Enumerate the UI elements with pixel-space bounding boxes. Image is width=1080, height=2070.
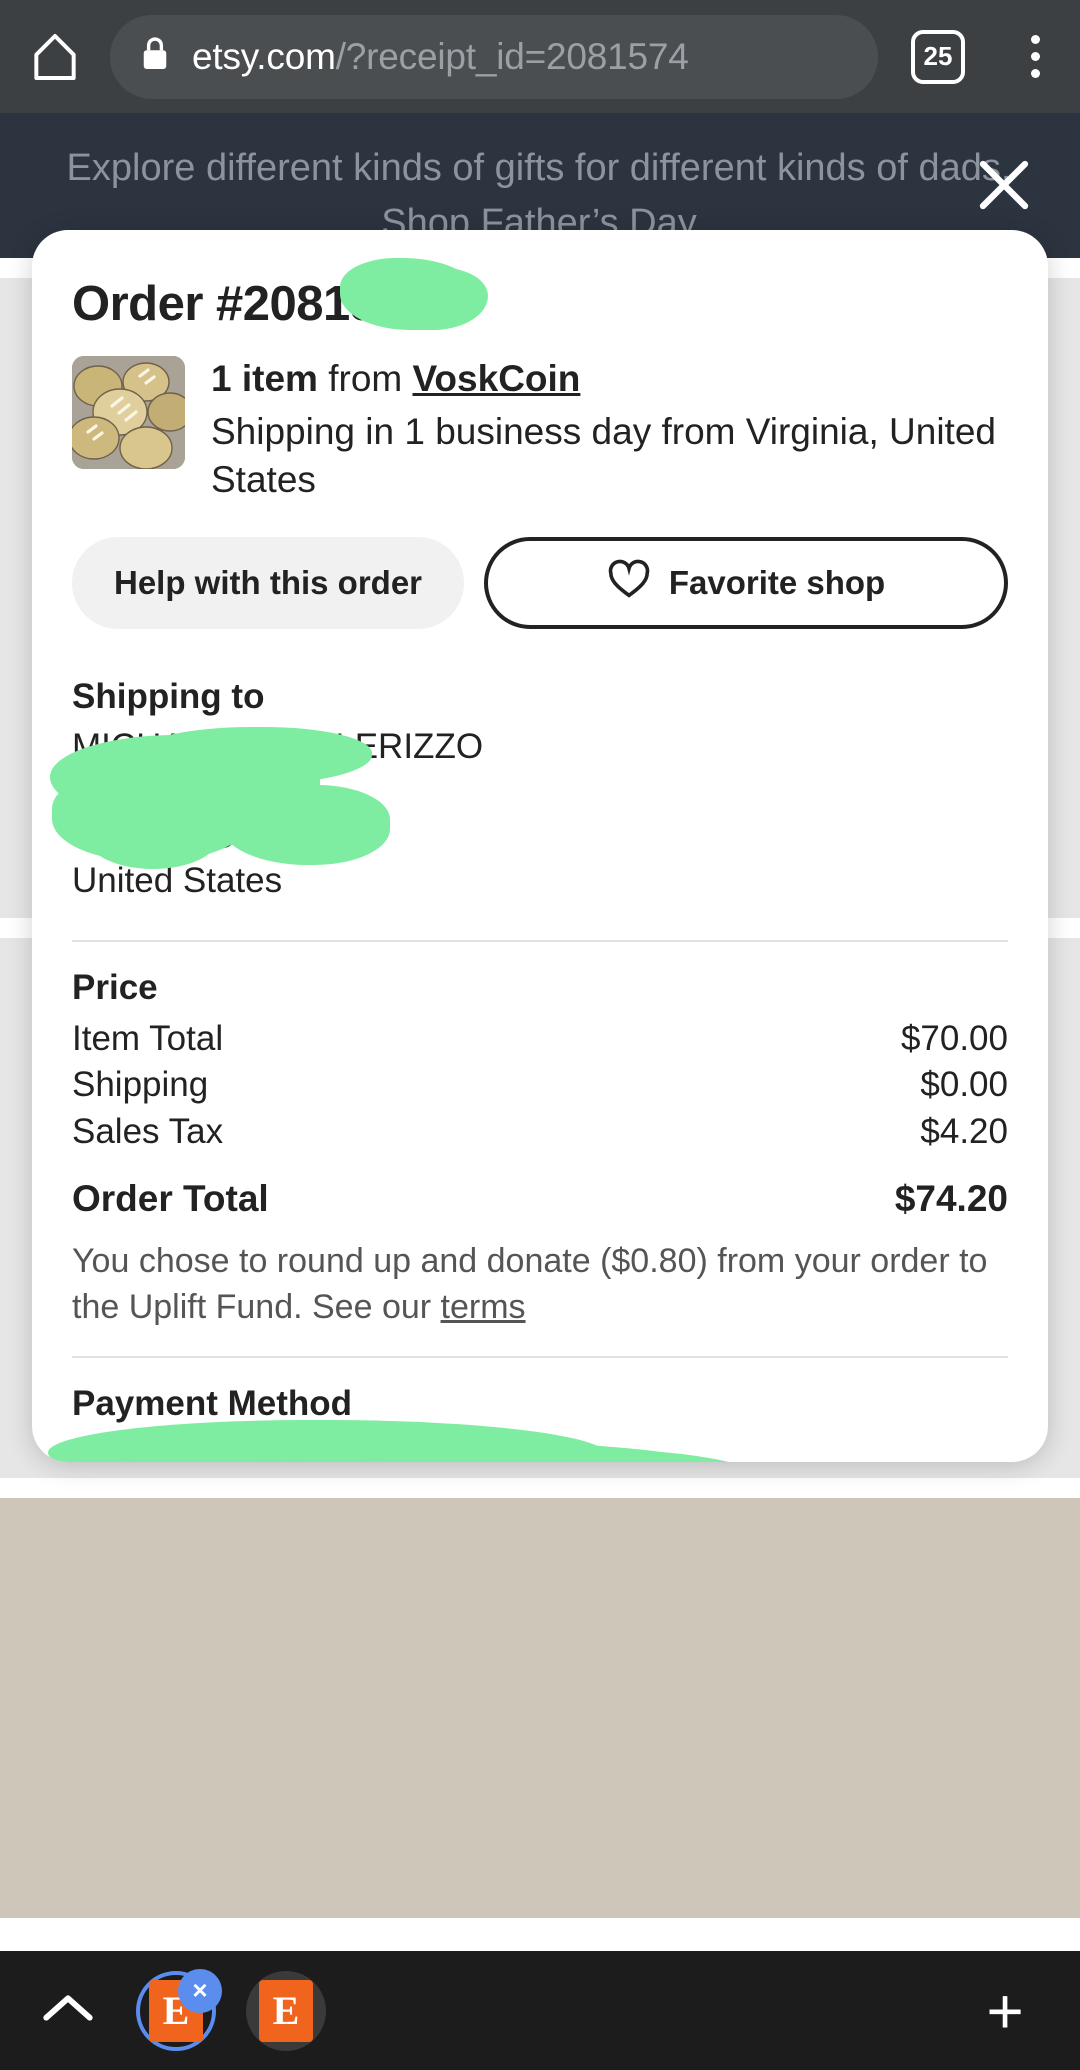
overflow-menu-icon-dot3: [1030, 69, 1040, 78]
shop-info: 1 item from VoskCoin Shipping in 1 busin…: [211, 356, 1008, 503]
expand-tabs-button[interactable]: [0, 1988, 136, 2033]
redaction-order-number-2: [388, 268, 488, 330]
bottom-tab-strip: E × E +: [0, 1951, 1080, 2070]
overflow-menu-button[interactable]: [990, 35, 1080, 78]
redaction-payment-4: [312, 1448, 762, 1462]
tab-count-badge: 25: [911, 29, 965, 84]
divider-price: [72, 940, 1008, 943]
donation-note: You chose to round up and donate ($0.80)…: [72, 1238, 1008, 1330]
payment-method-section: Payment Method: [48, 1384, 1008, 1462]
browser-toolbar: etsy.com/?receipt_id=2081574 25: [0, 0, 1080, 113]
close-tab-icon[interactable]: ×: [178, 1968, 222, 2013]
promo-close-button[interactable]: [968, 149, 1040, 221]
shipping-street-redacted: [72, 770, 1008, 815]
redaction-payment-2: [88, 1440, 728, 1462]
price-row: Sales Tax $4.20: [72, 1109, 1008, 1155]
price-row-value: $4.20: [920, 1111, 1008, 1151]
chevron-up-icon: [39, 1988, 97, 2033]
overflow-menu-icon: [1030, 35, 1040, 44]
plus-icon: +: [986, 1974, 1024, 2047]
home-button[interactable]: [0, 29, 110, 85]
order-total-row: Order Total $74.20: [72, 1175, 1008, 1224]
help-with-order-label: Help with this order: [114, 563, 423, 601]
shipping-note: Shipping in 1 business day from Virginia…: [211, 411, 996, 500]
shipping-state: MD: [181, 816, 237, 856]
page-title: Order #20815: [72, 258, 1008, 332]
price-heading: Price: [72, 968, 158, 1008]
favorite-shop-label: Favorite shop: [668, 563, 886, 601]
overflow-menu-icon-dot2: [1030, 52, 1040, 61]
order-title-text: Order #20815: [72, 277, 377, 331]
shipping-to-heading: Shipping to: [72, 676, 265, 716]
donation-note-text: You chose to round up and donate ($0.80)…: [72, 1241, 988, 1326]
tab-switcher-button[interactable]: 25: [886, 29, 990, 84]
shipping-city-state: MD: [72, 815, 1008, 860]
order-detail-modal: Order #20815 1 item from VoskCoin Shippi…: [32, 230, 1048, 1462]
url-domain: etsy.com: [192, 35, 336, 77]
price-row-label: Item Total: [72, 1019, 224, 1059]
shipping-country: United States: [72, 861, 283, 901]
order-total-label: Order Total: [72, 1177, 269, 1219]
price-row-label: Sales Tax: [72, 1111, 224, 1151]
shop-name-link[interactable]: VoskCoin: [413, 358, 581, 399]
url-text: etsy.com/?receipt_id=2081574: [192, 36, 689, 78]
shop-item-line: 1 item from VoskCoin: [211, 356, 1008, 402]
favorite-shop-button[interactable]: Favorite shop: [484, 536, 1008, 629]
shop-summary-row[interactable]: 1 item from VoskCoin Shipping in 1 busin…: [72, 356, 1008, 503]
tab-item-active[interactable]: E ×: [136, 1968, 222, 2051]
redaction-payment-3: [54, 1460, 754, 1462]
gold-coins-thumbnail[interactable]: [72, 356, 185, 469]
item-count: 1 item: [211, 358, 318, 399]
price-row: Item Total $70.00: [72, 1016, 1008, 1062]
price-row-label: Shipping: [72, 1065, 209, 1105]
bg-placeholder-3: [0, 1498, 1080, 1918]
terms-link[interactable]: terms: [441, 1288, 526, 1326]
order-actions: Help with this order Favorite shop: [72, 536, 1008, 629]
payment-method-heading: Payment Method: [72, 1384, 353, 1424]
new-tab-button[interactable]: +: [930, 1979, 1080, 2043]
price-row-value: $0.00: [920, 1065, 1008, 1105]
etsy-favicon-2: E: [259, 1979, 313, 2042]
home-icon: [27, 29, 83, 85]
divider-payment: [72, 1356, 1008, 1359]
price-row: Shipping $0.00: [72, 1062, 1008, 1108]
tab-item[interactable]: E: [246, 1970, 326, 2051]
heart-icon: [607, 559, 651, 607]
from-label: from: [328, 358, 403, 399]
shipping-to-section: Shipping to MICHAEL A GALLERIZZO MD Unit…: [50, 676, 1008, 904]
price-section: Price Item Total $70.00 Shipping $0.00 S…: [72, 968, 1008, 1330]
open-tabs-list: E × E: [136, 1968, 326, 2051]
help-with-order-button[interactable]: Help with this order: [72, 536, 465, 629]
close-icon: [968, 160, 1040, 225]
url-path: /?receipt_id=2081574: [335, 35, 689, 77]
redaction-payment-1: [48, 1420, 608, 1462]
lock-icon: [140, 35, 170, 78]
price-row-value: $70.00: [900, 1019, 1008, 1059]
shipping-recipient: MICHAEL A GALLERIZZO: [72, 726, 484, 766]
order-total-value: $74.20: [894, 1177, 1008, 1219]
address-bar[interactable]: etsy.com/?receipt_id=2081574: [110, 14, 878, 99]
